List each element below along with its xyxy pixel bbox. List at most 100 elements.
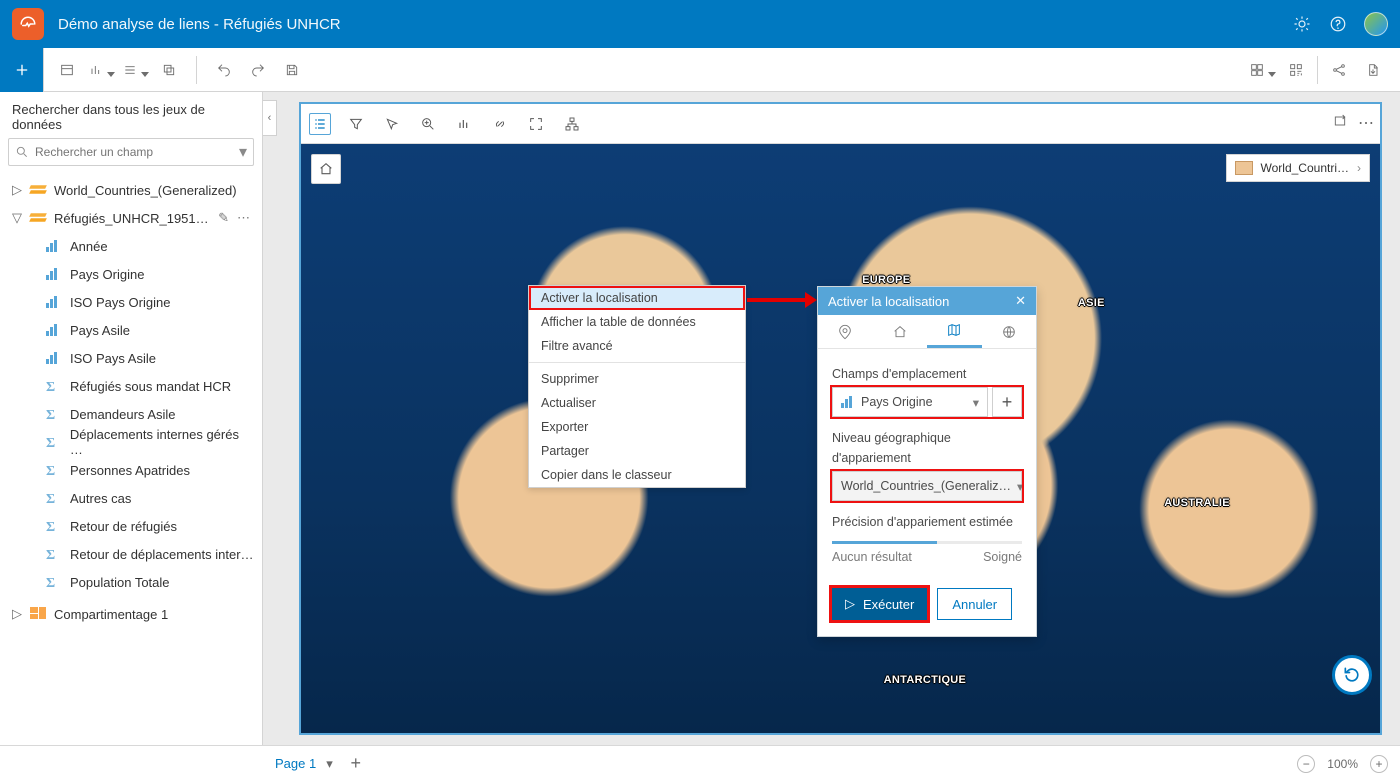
menu-label: Activer la localisation (541, 291, 658, 305)
add-location-field-button[interactable]: + (992, 387, 1022, 417)
chevron-down-icon[interactable]: ▾ (326, 756, 333, 772)
flip-card-icon[interactable] (1332, 113, 1348, 134)
cancel-button[interactable]: Annuler (937, 588, 1012, 620)
field-row[interactable]: ΣDéplacements internes gérés … (46, 428, 254, 456)
dataset-row[interactable]: ▷ World_Countries_(Generalized) (8, 176, 254, 204)
dialog-body: Champs d'emplacement Pays Origine ▾ + Ni… (818, 349, 1036, 576)
dataset-row[interactable]: ▽ Réfugiés_UNHCR_1951… ✎ ⋯ (8, 204, 254, 232)
menu-show-table[interactable]: Afficher la table de données (529, 310, 745, 334)
qr-icon[interactable] (1279, 53, 1313, 87)
undo-icon[interactable] (207, 53, 241, 87)
field-row[interactable]: ΣRetour de déplacements inter… (46, 540, 254, 568)
sum-field-icon: Σ (46, 380, 60, 392)
menu-export[interactable]: Exporter (529, 415, 745, 439)
tab-address[interactable] (873, 315, 928, 348)
export-icon[interactable] (1356, 53, 1390, 87)
field-row[interactable]: ΣRéfugiés sous mandat HCR (46, 372, 254, 400)
zoom-in-button[interactable]: + (1370, 755, 1388, 773)
fullscreen-icon[interactable] (525, 113, 547, 135)
footer: Page 1 ▾ + − 100% + (0, 745, 1400, 781)
menu-adv-filter[interactable]: Filtre avancé (529, 334, 745, 358)
collapse-icon[interactable]: ▽ (12, 210, 22, 226)
tab-geography[interactable] (927, 315, 982, 348)
page-tab[interactable]: Page 1 ▾ (275, 756, 333, 772)
tab-standard-geo[interactable] (982, 315, 1037, 348)
search-field[interactable] (35, 145, 233, 159)
add-button[interactable] (0, 48, 44, 92)
link-icon[interactable] (489, 113, 511, 135)
chevron-down-icon[interactable]: ▾ (239, 142, 247, 162)
more-icon[interactable]: ⋯ (237, 210, 250, 226)
dialog-header[interactable]: Activer la localisation ✕ (818, 287, 1036, 315)
field-label: Population Totale (70, 575, 170, 590)
menu-refresh[interactable]: Actualiser (529, 391, 745, 415)
insights-icon (19, 15, 37, 33)
compartiment-label: Compartimentage 1 (54, 607, 250, 622)
widgets-dropdown-icon[interactable] (1245, 53, 1279, 87)
menu-share[interactable]: Partager (529, 439, 745, 463)
geo-level-label-2: d'appariement (832, 451, 1022, 465)
layer-chip[interactable]: World_Countri… › (1226, 154, 1370, 182)
field-row[interactable]: ΣDemandeurs Asile (46, 400, 254, 428)
run-button[interactable]: ▷ Exécuter (832, 588, 927, 620)
user-avatar[interactable] (1364, 12, 1388, 36)
toolbar-separator (1317, 56, 1318, 84)
tab-coordinates[interactable] (818, 315, 873, 348)
redo-icon[interactable] (241, 53, 275, 87)
share-icon[interactable] (1322, 53, 1356, 87)
select-icon[interactable] (381, 113, 403, 135)
field-row[interactable]: Pays Origine (46, 260, 254, 288)
expand-icon[interactable]: ▷ (12, 606, 22, 622)
expand-icon[interactable]: ▷ (12, 182, 22, 198)
field-row[interactable]: Année (46, 232, 254, 260)
number-field-icon (46, 352, 60, 364)
play-icon: ▷ (845, 596, 855, 612)
number-field-icon (46, 268, 60, 280)
dataset-label: Réfugiés_UNHCR_1951… (54, 211, 210, 226)
compartiment-row[interactable]: ▷ Compartimentage 1 (8, 600, 254, 628)
add-page-button[interactable]: + (343, 751, 369, 777)
field-row[interactable]: Σ Population Totale (46, 568, 254, 596)
field-row[interactable]: ΣRetour de réfugiés (46, 512, 254, 540)
list-dropdown-icon[interactable] (118, 53, 152, 87)
canvas: ‹ ⋯ EUROPE ASIE AFRIQUE AUSTRA (263, 92, 1400, 745)
field-row[interactable]: Pays Asile (46, 316, 254, 344)
menu-label: Exporter (541, 420, 588, 434)
home-extent-icon[interactable] (311, 154, 341, 184)
field-row[interactable]: ISO Pays Asile (46, 344, 254, 372)
chart-dropdown-icon[interactable] (84, 53, 118, 87)
fab-refresh[interactable] (1332, 655, 1372, 695)
legend-icon[interactable] (309, 113, 331, 135)
collapse-sidebar-handle[interactable]: ‹ (263, 100, 277, 136)
continent-label: ANTARCTIQUE (884, 674, 967, 686)
field-label: ISO Pays Origine (70, 295, 170, 310)
help-icon[interactable] (1328, 14, 1348, 34)
location-field-select[interactable]: Pays Origine ▾ (832, 387, 988, 417)
menu-delete[interactable]: Supprimer (529, 367, 745, 391)
number-field-icon (841, 396, 855, 408)
menu-label: Partager (541, 444, 589, 458)
settings-icon[interactable] (1292, 14, 1312, 34)
search-input[interactable]: ▾ (8, 138, 254, 166)
field-row[interactable]: ISO Pays Origine (46, 288, 254, 316)
zoom-icon[interactable] (417, 113, 439, 135)
menu-enable-location[interactable]: Activer la localisation (529, 286, 745, 310)
edit-icon[interactable]: ✎ (218, 210, 229, 226)
field-row[interactable]: ΣAutres cas (46, 484, 254, 512)
sum-field-icon: Σ (46, 576, 60, 588)
hierarchy-icon[interactable] (561, 113, 583, 135)
card-more-icon[interactable]: ⋯ (1358, 113, 1374, 134)
precision-progress (832, 541, 1022, 544)
geo-level-select[interactable]: World_Countries_(Generaliz… ▾ (832, 471, 1022, 501)
duplicate-icon[interactable] (152, 53, 186, 87)
table-icon[interactable] (50, 53, 84, 87)
field-row[interactable]: ΣPersonnes Apatrides (46, 456, 254, 484)
menu-copy[interactable]: Copier dans le classeur (529, 463, 745, 487)
close-icon[interactable]: ✕ (1015, 293, 1026, 309)
geo-level-label-1: Niveau géographique (832, 431, 1022, 445)
zoom-out-button[interactable]: − (1297, 755, 1315, 773)
field-label: Demandeurs Asile (70, 407, 176, 422)
chart-icon[interactable] (453, 113, 475, 135)
save-icon[interactable] (275, 53, 309, 87)
filter-icon[interactable] (345, 113, 367, 135)
